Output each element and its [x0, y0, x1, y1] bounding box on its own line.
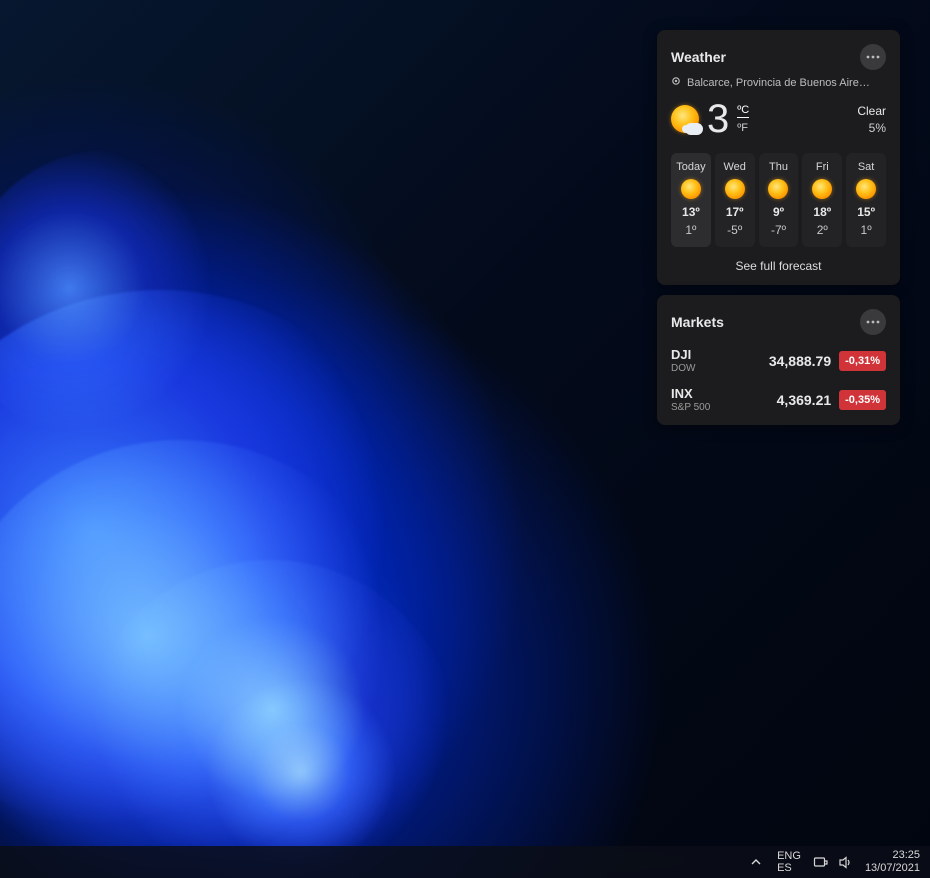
location-icon	[671, 76, 681, 89]
weather-location-text: Balcarce, Provincia de Buenos Aires, ...	[687, 77, 873, 89]
language-indicator[interactable]: ENG ES	[777, 850, 801, 874]
volume-icon[interactable]	[838, 855, 853, 870]
current-condition: Clear	[857, 103, 886, 120]
see-full-forecast-link[interactable]: See full forecast	[671, 259, 886, 273]
change-badge: -0,35%	[839, 390, 886, 410]
forecast-day[interactable]: Wed 17º -5º	[715, 153, 755, 247]
unit-celsius[interactable]: ºC	[737, 104, 749, 118]
sun-icon	[856, 179, 876, 199]
sun-icon	[681, 179, 701, 199]
network-icon[interactable]	[813, 855, 828, 870]
widgets-panel: Weather Balcarce, Provincia de Buenos Ai…	[657, 30, 900, 435]
forecast-day[interactable]: Today 13º 1º	[671, 153, 711, 247]
forecast-day[interactable]: Fri 18º 2º	[802, 153, 842, 247]
sun-icon	[768, 179, 788, 199]
more-icon	[866, 55, 880, 59]
markets-title: Markets	[671, 314, 724, 330]
weather-location[interactable]: Balcarce, Provincia de Buenos Aires, ...	[671, 76, 886, 89]
change-badge: -0,31%	[839, 351, 886, 371]
weather-widget[interactable]: Weather Balcarce, Provincia de Buenos Ai…	[657, 30, 900, 285]
current-weather-icon	[671, 105, 699, 133]
system-tray	[813, 855, 853, 870]
market-row[interactable]: DJI DOW 34,888.79 -0,31%	[671, 347, 886, 374]
weather-more-button[interactable]	[860, 44, 886, 70]
more-icon	[866, 320, 880, 324]
sun-icon	[812, 179, 832, 199]
chevron-up-icon	[751, 857, 761, 867]
tray-overflow-button[interactable]	[747, 853, 765, 871]
forecast-row: Today 13º 1º Wed 17º -5º Thu 9º -7º Fri …	[671, 153, 886, 247]
taskbar: ENG ES 23:25 13/07/2021	[0, 846, 930, 878]
forecast-day[interactable]: Sat 15º 1º	[846, 153, 886, 247]
current-temp: 3	[707, 99, 729, 139]
market-row[interactable]: INX S&P 500 4,369.21 -0,35%	[671, 386, 886, 413]
weather-title: Weather	[671, 49, 726, 65]
current-extra: 5%	[857, 120, 886, 137]
unit-fahrenheit[interactable]: ºF	[737, 122, 749, 134]
markets-widget[interactable]: Markets DJI DOW 34,888.79 -0,31% INX S&P…	[657, 295, 900, 425]
markets-more-button[interactable]	[860, 309, 886, 335]
clock-date: 13/07/2021	[865, 862, 920, 875]
forecast-day[interactable]: Thu 9º -7º	[759, 153, 799, 247]
clock[interactable]: 23:25 13/07/2021	[865, 849, 920, 874]
clock-time: 23:25	[865, 849, 920, 862]
sun-icon	[725, 179, 745, 199]
